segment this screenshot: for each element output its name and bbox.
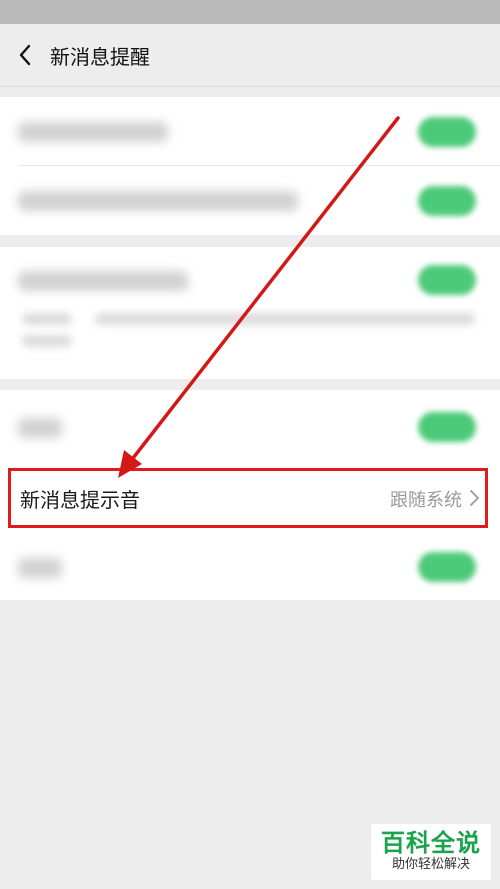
watermark-title: 百科全说 — [381, 829, 481, 857]
settings-group-1 — [0, 97, 500, 235]
blurred-setting-description — [95, 313, 475, 325]
blurred-setting-description — [22, 313, 72, 325]
blurred-setting-label — [18, 418, 62, 438]
watermark-subtitle: 助你轻松解决 — [391, 857, 470, 872]
blurred-setting-label — [18, 122, 168, 142]
chevron-left-icon — [19, 44, 31, 66]
blurred-setting-label — [18, 558, 62, 578]
divider — [18, 165, 500, 166]
blurred-setting-label — [18, 191, 298, 211]
blurred-setting-label — [18, 271, 188, 291]
blurred-setting-description — [22, 335, 72, 347]
toggle-switch[interactable] — [418, 186, 476, 216]
settings-group-2 — [0, 247, 500, 379]
toggle-switch[interactable] — [418, 265, 476, 295]
status-bar — [0, 0, 500, 24]
navigation-bar: 新消息提醒 — [0, 24, 500, 87]
highlight-box — [8, 468, 488, 528]
toggle-switch[interactable] — [418, 117, 476, 147]
watermark-logo: 百科全说 助你轻松解决 — [371, 824, 491, 880]
toggle-switch[interactable] — [418, 412, 476, 442]
page-title: 新消息提醒 — [50, 44, 150, 69]
back-button[interactable] — [0, 24, 50, 86]
toggle-switch[interactable] — [418, 552, 476, 582]
